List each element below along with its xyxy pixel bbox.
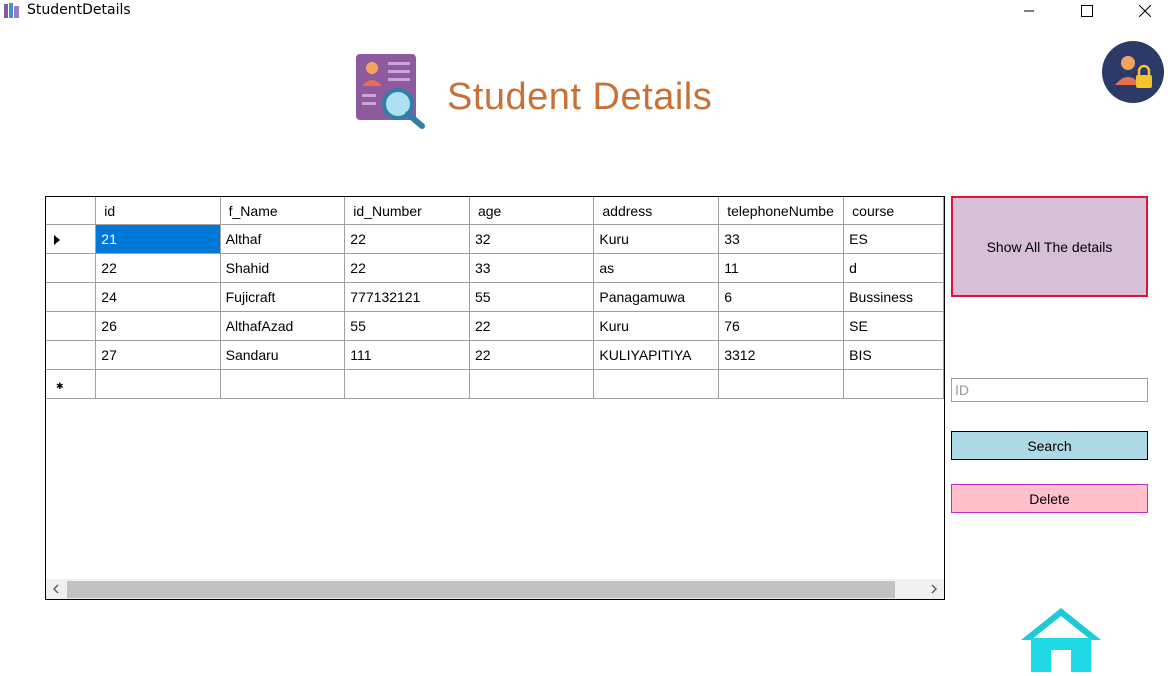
cell-f-name[interactable]: Althaf [220, 224, 346, 254]
cell-address[interactable]: as [593, 253, 720, 283]
cell-id[interactable]: 24 [95, 282, 221, 312]
cell-age[interactable]: 55 [469, 282, 595, 312]
cell-telephone[interactable]: 11 [718, 253, 845, 283]
cell-course[interactable]: SE [843, 311, 944, 341]
scroll-right-button[interactable] [926, 579, 942, 599]
column-header-id[interactable]: id [95, 197, 221, 225]
chevron-right-icon [931, 584, 938, 594]
cell-address[interactable]: Kuru [593, 311, 720, 341]
scroll-left-button[interactable] [48, 579, 64, 599]
close-button[interactable] [1122, 0, 1168, 22]
cell-course[interactable]: ES [843, 224, 944, 254]
cell-f-name[interactable]: Shahid [220, 253, 346, 283]
minimize-icon [1024, 10, 1034, 12]
corner-header [46, 197, 97, 225]
cell-address[interactable]: Kuru [593, 224, 720, 254]
cell-age[interactable]: 22 [469, 311, 595, 341]
column-header-telephone[interactable]: telephoneNumbe [718, 197, 845, 225]
cell-id[interactable]: 22 [95, 253, 221, 283]
show-all-details-button[interactable]: Show All The details [951, 196, 1148, 297]
maximize-button[interactable] [1064, 0, 1110, 22]
page-title: Student Details [447, 76, 713, 118]
student-table: id f_Name id_Number age address telephon… [46, 197, 944, 399]
row-header[interactable] [46, 282, 97, 312]
table-row[interactable]: 21 Althaf 22 32 Kuru 33 ES [46, 224, 944, 254]
close-icon [1139, 5, 1151, 17]
cell-telephone[interactable]: 3312 [718, 340, 845, 370]
table-header-row: id f_Name id_Number age address telephon… [46, 197, 944, 225]
cell-f-name[interactable] [220, 369, 346, 399]
table-row[interactable]: 22 Shahid 22 33 as 11 d [46, 253, 944, 283]
cell-id[interactable]: 26 [95, 311, 221, 341]
cell-address[interactable]: KULIYAPITIYA [593, 340, 720, 370]
cell-telephone[interactable]: 33 [718, 224, 845, 254]
table-row[interactable]: 26 AlthafAzad 55 22 Kuru 76 SE [46, 311, 944, 341]
column-header-f-name[interactable]: f_Name [220, 197, 346, 225]
student-card-search-icon [356, 54, 425, 129]
cell-age[interactable] [469, 369, 595, 399]
row-header[interactable]: ✱ [46, 369, 97, 399]
cell-telephone[interactable] [718, 369, 845, 399]
app-icon [4, 3, 19, 18]
row-header[interactable] [46, 340, 97, 370]
row-header[interactable] [46, 311, 97, 341]
cell-age[interactable]: 33 [469, 253, 595, 283]
row-header[interactable] [46, 253, 97, 283]
window-title: StudentDetails [27, 2, 131, 18]
cell-course[interactable] [843, 369, 944, 399]
cell-id-number[interactable] [344, 369, 470, 399]
table-row[interactable]: 27 Sandaru 111 22 KULIYAPITIYA 3312 BIS [46, 340, 944, 370]
cell-course[interactable]: Bussiness [843, 282, 944, 312]
cell-telephone[interactable]: 76 [718, 311, 845, 341]
delete-button[interactable]: Delete [951, 484, 1148, 513]
maximize-icon [1081, 5, 1093, 17]
cell-id-number[interactable]: 111 [344, 340, 470, 370]
cell-id[interactable]: 27 [95, 340, 221, 370]
chevron-left-icon [52, 584, 59, 594]
column-header-course[interactable]: course [843, 197, 944, 225]
cell-telephone[interactable]: 6 [718, 282, 845, 312]
column-header-age[interactable]: age [469, 197, 595, 225]
scroll-thumb[interactable] [67, 581, 895, 598]
student-data-grid[interactable]: id f_Name id_Number age address telephon… [45, 196, 945, 600]
cell-id[interactable] [95, 369, 221, 399]
id-input[interactable] [951, 378, 1148, 402]
cell-id-number[interactable]: 777132121 [344, 282, 470, 312]
cell-address[interactable] [593, 369, 720, 399]
current-row-pointer-icon [54, 235, 60, 246]
cell-course[interactable]: d [843, 253, 944, 283]
cell-id[interactable]: 21 [95, 224, 221, 254]
column-header-id-number[interactable]: id_Number [344, 197, 470, 225]
cell-id-number[interactable]: 22 [344, 253, 470, 283]
cell-id-number[interactable]: 55 [344, 311, 470, 341]
new-row-marker-icon: ✱ [56, 381, 64, 391]
home-icon[interactable] [1019, 606, 1103, 672]
horizontal-scrollbar[interactable] [46, 579, 944, 599]
cell-f-name[interactable]: Fujicraft [220, 282, 346, 312]
search-button[interactable]: Search [951, 431, 1148, 460]
cell-course[interactable]: BIS [843, 340, 944, 370]
cell-address[interactable]: Panagamuwa [593, 282, 720, 312]
title-bar: StudentDetails [0, 0, 1168, 22]
cell-age[interactable]: 22 [469, 340, 595, 370]
cell-age[interactable]: 32 [469, 224, 595, 254]
minimize-button[interactable] [1006, 0, 1052, 22]
table-row[interactable]: 24 Fujicraft 777132121 55 Panagamuwa 6 Bussine… [46, 282, 944, 312]
cell-id-number[interactable]: 22 [344, 224, 470, 254]
user-lock-icon[interactable] [1102, 41, 1164, 103]
cell-f-name[interactable]: Sandaru [220, 340, 346, 370]
row-header[interactable] [46, 224, 97, 254]
column-header-address[interactable]: address [593, 197, 720, 225]
cell-f-name[interactable]: AlthafAzad [220, 311, 346, 341]
new-row[interactable]: ✱ [46, 369, 944, 399]
